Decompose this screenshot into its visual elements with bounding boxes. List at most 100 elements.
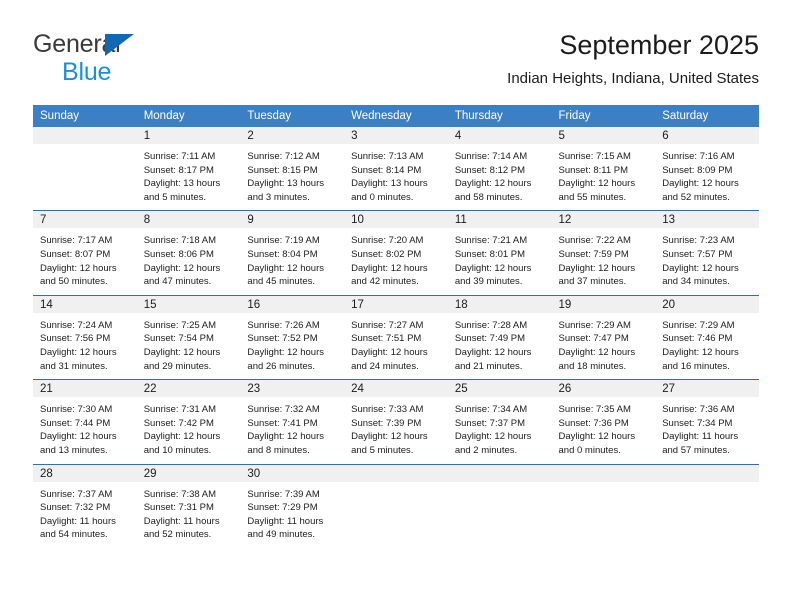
daylight-text: Daylight: 12 hours and 10 minutes. <box>143 431 221 456</box>
day-number: 24 <box>344 380 448 398</box>
brand-logo[interactable]: General Blue <box>33 32 233 90</box>
day-details: Sunrise: 7:39 AM Sunset: 7:29 PM Daylight:… <box>240 482 344 548</box>
day-details: Sunrise: 7:36 AM Sunset: 7:34 PM Daylight:… <box>655 397 759 463</box>
calendar-day-cell[interactable]: 10 Sunrise: 7:20 AM Sunset: 8:02 PM Dayligh… <box>344 210 448 296</box>
calendar-day-cell[interactable]: 19 Sunrise: 7:29 AM Sunset: 7:47 PM Dayligh… <box>551 294 656 380</box>
calendar-day-cell[interactable]: 27 Sunrise: 7:36 AM Sunset: 7:34 PM Dayligh… <box>655 379 759 464</box>
calendar-day-cell[interactable]: 13 Sunrise: 7:23 AM Sunset: 7:57 PM Dayligh… <box>655 210 759 296</box>
daylight-text: Daylight: 12 hours and 42 minutes. <box>351 262 428 288</box>
calendar-day-cell[interactable]: 29 Sunrise: 7:38 AM Sunset: 7:31 PM Dayligh… <box>136 463 241 548</box>
daylight-text: Daylight: 12 hours and 0 minutes. <box>558 431 636 456</box>
calendar-day-cell[interactable]: 24 Sunrise: 7:33 AM Sunset: 7:39 PM Dayligh… <box>344 379 448 464</box>
sunset-text: Sunset: 8:06 PM <box>143 248 214 260</box>
calendar-empty-cell <box>551 463 656 548</box>
calendar-day-cell[interactable]: 4 Sunrise: 7:14 AM Sunset: 8:12 PM Daylight… <box>447 127 552 211</box>
page-subtitle: Indian Heights, Indiana, United States <box>507 70 759 87</box>
calendar-day-cell[interactable]: 18 Sunrise: 7:28 AM Sunset: 7:49 PM Dayligh… <box>447 294 552 380</box>
sunset-text: Sunset: 7:44 PM <box>40 417 111 429</box>
calendar-day-cell[interactable]: 28 Sunrise: 7:37 AM Sunset: 7:32 PM Dayligh… <box>33 463 137 548</box>
calendar-day-cell[interactable]: 14 Sunrise: 7:24 AM Sunset: 7:56 PM Dayligh… <box>33 294 137 380</box>
sunrise-text: Sunrise: 7:34 AM <box>454 404 528 416</box>
day-details: Sunrise: 7:14 AM Sunset: 8:12 PM Daylight:… <box>448 144 552 210</box>
calendar-day-cell[interactable]: 6 Sunrise: 7:16 AM Sunset: 8:09 PM Daylight… <box>655 127 759 211</box>
sunrise-text: Sunrise: 7:36 AM <box>662 404 735 416</box>
day-number <box>33 127 137 144</box>
day-details: Sunrise: 7:23 AM Sunset: 7:57 PM Daylight:… <box>655 228 759 294</box>
day-details: Sunrise: 7:38 AM Sunset: 7:31 PM Daylight:… <box>137 482 241 548</box>
calendar-day-cell[interactable]: 17 Sunrise: 7:27 AM Sunset: 7:51 PM Dayligh… <box>344 294 448 380</box>
calendar-day-cell[interactable]: 25 Sunrise: 7:34 AM Sunset: 7:37 PM Dayligh… <box>447 379 552 464</box>
day-details: Sunrise: 7:21 AM Sunset: 8:01 PM Daylight:… <box>448 228 552 294</box>
calendar-day-cell[interactable]: 23 Sunrise: 7:32 AM Sunset: 7:41 PM Dayligh… <box>240 379 345 464</box>
day-details <box>655 482 759 540</box>
calendar-day-cell[interactable]: 22 Sunrise: 7:31 AM Sunset: 7:42 PM Dayligh… <box>136 379 241 464</box>
daylight-text: Daylight: 12 hours and 8 minutes. <box>247 431 324 456</box>
sunset-text: Sunset: 7:51 PM <box>351 333 422 345</box>
sunrise-text: Sunrise: 7:23 AM <box>662 235 735 247</box>
weekday-header-thursday: Thursday <box>447 105 552 127</box>
day-number: 20 <box>655 295 759 313</box>
daylight-text: Daylight: 12 hours and 29 minutes. <box>143 346 221 372</box>
sunrise-text: Sunrise: 7:19 AM <box>247 235 320 247</box>
sunset-text: Sunset: 7:41 PM <box>247 417 318 429</box>
sunrise-text: Sunrise: 7:38 AM <box>143 488 217 500</box>
calendar-empty-cell <box>344 463 448 548</box>
daylight-text: Daylight: 12 hours and 18 minutes. <box>558 346 636 372</box>
calendar-day-cell[interactable]: 26 Sunrise: 7:35 AM Sunset: 7:36 PM Dayligh… <box>551 379 656 464</box>
calendar-table: Sunday Monday Tuesday Wednesday Thursday… <box>33 105 759 548</box>
day-number: 18 <box>447 295 552 313</box>
calendar-day-cell[interactable]: 20 Sunrise: 7:29 AM Sunset: 7:46 PM Dayligh… <box>655 294 759 380</box>
day-details: Sunrise: 7:12 AM Sunset: 8:15 PM Daylight:… <box>240 144 344 210</box>
day-number: 1 <box>136 127 241 144</box>
daylight-text: Daylight: 12 hours and 50 minutes. <box>40 262 117 288</box>
sunset-text: Sunset: 7:47 PM <box>558 333 629 345</box>
sunset-text: Sunset: 8:01 PM <box>454 248 526 260</box>
daylight-text: Daylight: 12 hours and 47 minutes. <box>143 262 221 288</box>
calendar-day-cell[interactable]: 15 Sunrise: 7:25 AM Sunset: 7:54 PM Dayligh… <box>136 294 241 380</box>
sunset-text: Sunset: 8:14 PM <box>351 164 422 176</box>
day-details: Sunrise: 7:29 AM Sunset: 7:46 PM Daylight:… <box>655 313 759 379</box>
sunset-text: Sunset: 8:02 PM <box>351 248 422 260</box>
daylight-text: Daylight: 12 hours and 26 minutes. <box>247 346 324 372</box>
sunrise-text: Sunrise: 7:16 AM <box>662 151 735 162</box>
day-number: 12 <box>551 211 656 229</box>
calendar-day-cell[interactable]: 8 Sunrise: 7:18 AM Sunset: 8:06 PM Daylight… <box>136 210 241 296</box>
sunset-text: Sunset: 8:17 PM <box>143 164 214 176</box>
day-details: Sunrise: 7:33 AM Sunset: 7:39 PM Daylight:… <box>344 397 448 463</box>
sunrise-text: Sunrise: 7:29 AM <box>558 319 631 331</box>
sunset-text: Sunset: 8:04 PM <box>247 248 318 260</box>
sunset-text: Sunset: 7:32 PM <box>40 502 111 514</box>
daylight-text: Daylight: 12 hours and 16 minutes. <box>662 346 739 372</box>
calendar-day-cell[interactable]: 9 Sunrise: 7:19 AM Sunset: 8:04 PM Daylight… <box>240 210 345 296</box>
calendar-day-cell[interactable]: 21 Sunrise: 7:30 AM Sunset: 7:44 PM Dayligh… <box>33 379 137 464</box>
calendar-header-row-group: Sunday Monday Tuesday Wednesday Thursday… <box>33 105 759 127</box>
sunrise-text: Sunrise: 7:26 AM <box>247 319 320 331</box>
calendar-day-cell[interactable]: 3 Sunrise: 7:13 AM Sunset: 8:14 PM Daylight… <box>344 127 448 211</box>
sunset-text: Sunset: 8:07 PM <box>40 248 111 260</box>
sunrise-text: Sunrise: 7:13 AM <box>351 151 424 162</box>
calendar-day-cell[interactable]: 12 Sunrise: 7:22 AM Sunset: 7:59 PM Dayligh… <box>551 210 656 296</box>
sunset-text: Sunset: 7:31 PM <box>143 502 214 514</box>
sunrise-text: Sunrise: 7:32 AM <box>247 404 320 416</box>
daylight-text: Daylight: 11 hours and 54 minutes. <box>40 515 116 541</box>
calendar-day-cell[interactable]: 7 Sunrise: 7:17 AM Sunset: 8:07 PM Daylight… <box>33 210 137 296</box>
calendar-day-cell[interactable]: 5 Sunrise: 7:15 AM Sunset: 8:11 PM Daylight… <box>551 127 656 211</box>
calendar-day-cell[interactable]: 1 Sunrise: 7:11 AM Sunset: 8:17 PM Daylight… <box>136 127 241 211</box>
calendar-day-cell[interactable]: 30 Sunrise: 7:39 AM Sunset: 7:29 PM Dayligh… <box>240 463 345 548</box>
sunrise-text: Sunrise: 7:33 AM <box>351 404 424 416</box>
day-number <box>551 464 656 482</box>
weekday-header-monday: Monday <box>136 105 241 127</box>
calendar-day-cell[interactable]: 11 Sunrise: 7:21 AM Sunset: 8:01 PM Dayligh… <box>447 210 552 296</box>
sunset-text: Sunset: 8:12 PM <box>454 164 526 176</box>
calendar-day-cell[interactable]: 2 Sunrise: 7:12 AM Sunset: 8:15 PM Daylight… <box>240 127 345 211</box>
title-block: September 2025 Indian Heights, Indiana, … <box>507 28 759 88</box>
daylight-text: Daylight: 12 hours and 34 minutes. <box>662 262 739 288</box>
page-title: September 2025 <box>559 30 759 60</box>
daylight-text: Daylight: 12 hours and 55 minutes. <box>558 178 636 203</box>
sunrise-text: Sunrise: 7:17 AM <box>40 235 113 247</box>
calendar-day-cell[interactable]: 16 Sunrise: 7:26 AM Sunset: 7:52 PM Dayligh… <box>240 294 345 380</box>
calendar-empty-cell <box>655 463 759 548</box>
daylight-text: Daylight: 13 hours and 5 minutes. <box>143 178 221 203</box>
day-details: Sunrise: 7:17 AM Sunset: 8:07 PM Daylight:… <box>33 228 137 294</box>
day-number: 29 <box>136 464 241 482</box>
